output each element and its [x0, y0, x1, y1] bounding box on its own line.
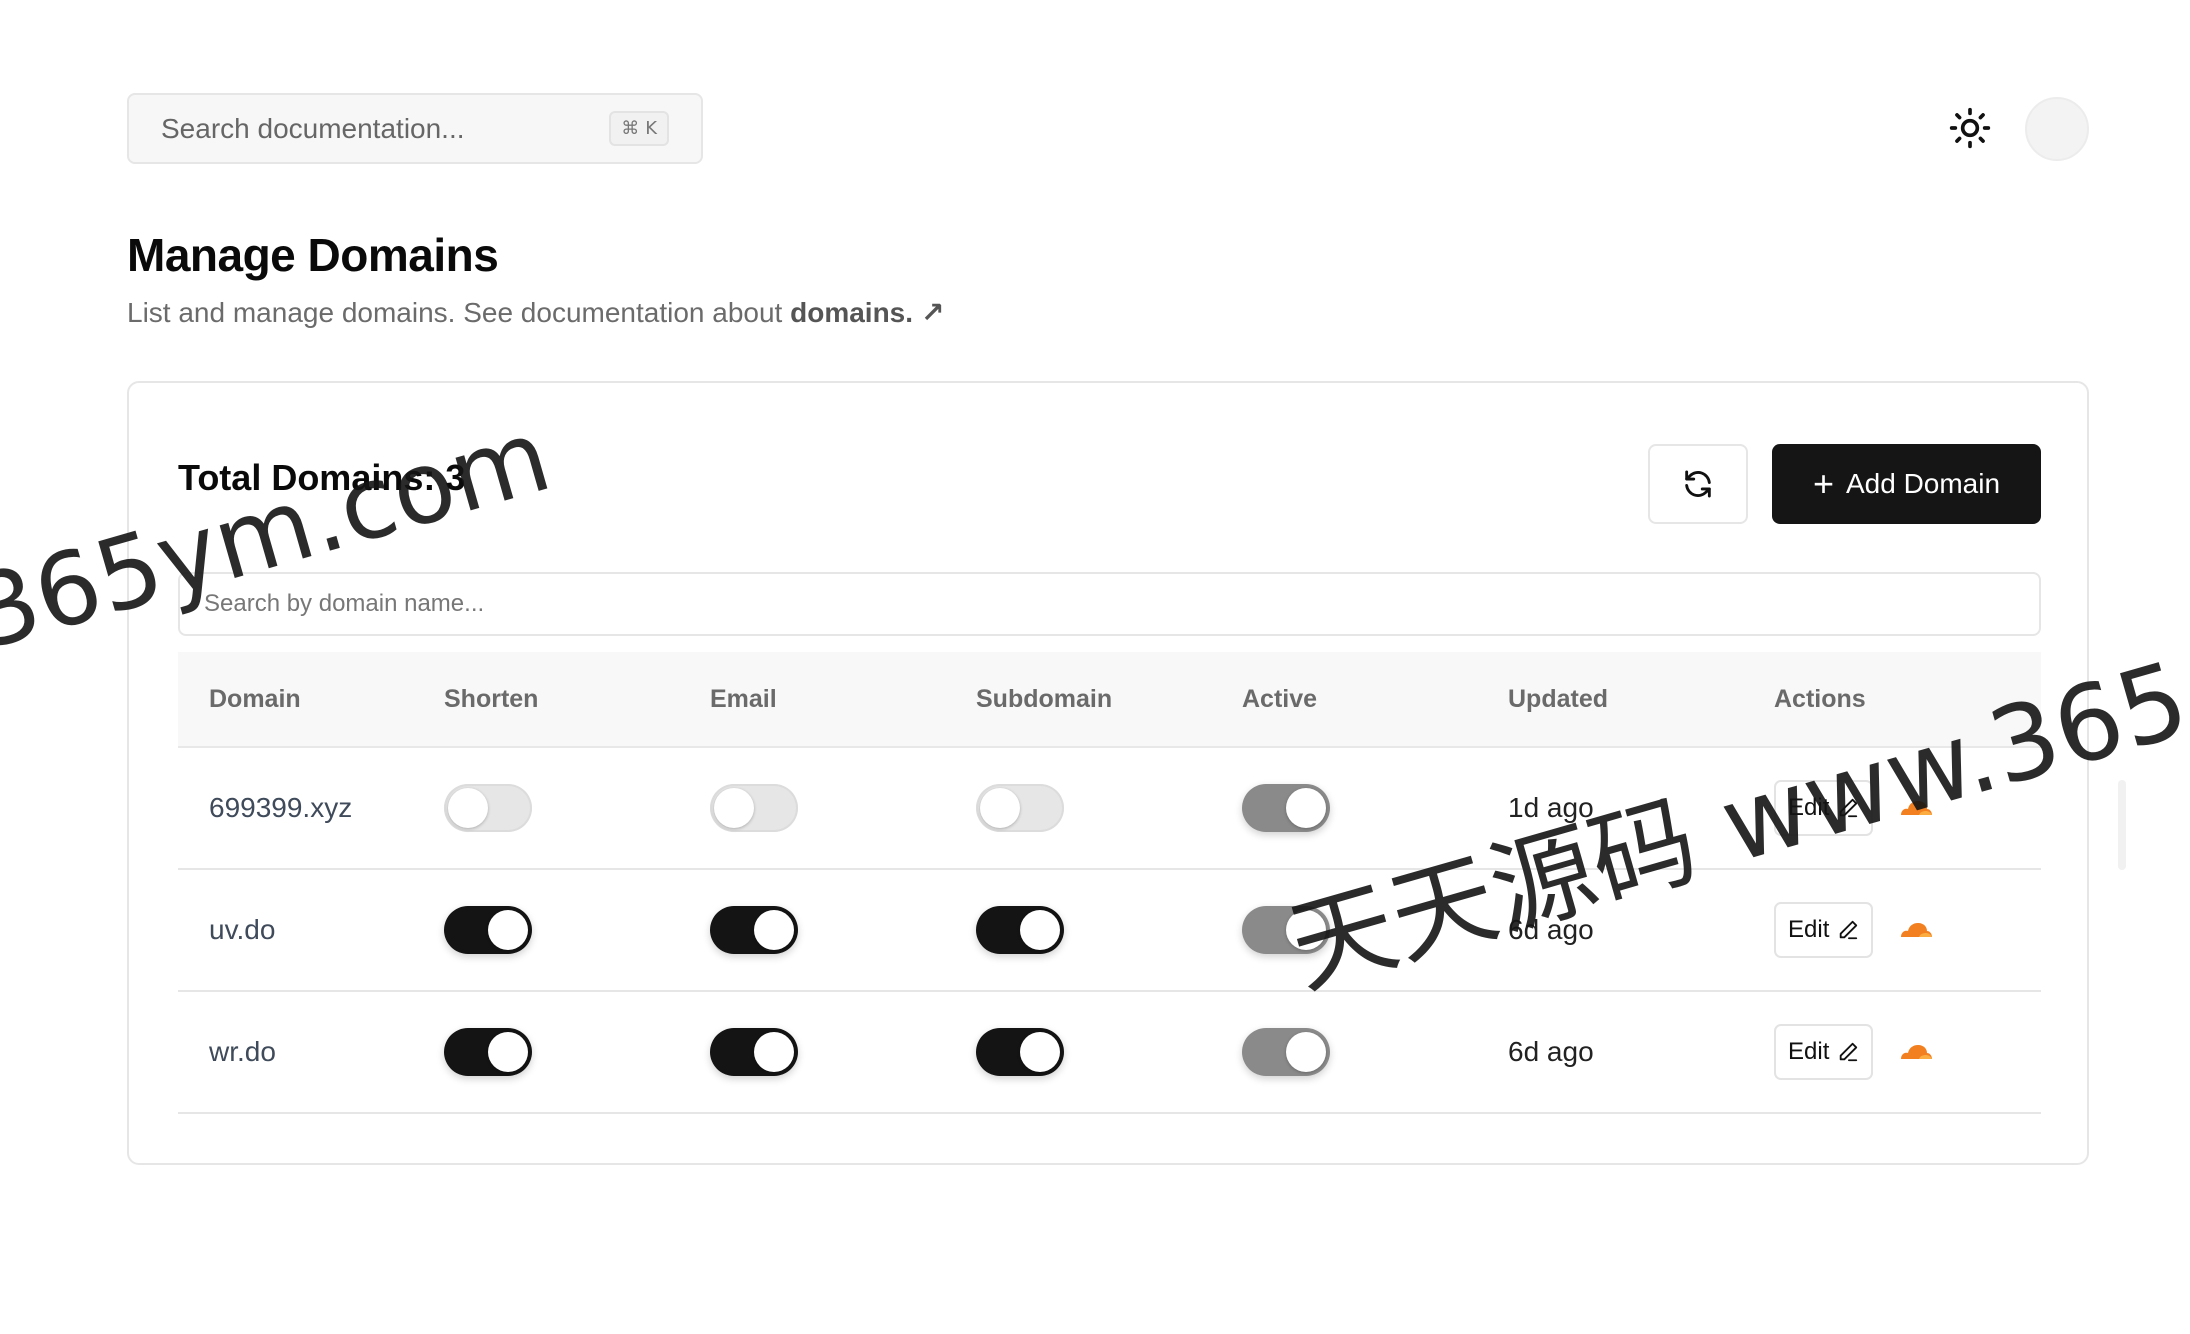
edit-label: Edit	[1788, 794, 1830, 821]
header-actions: Actions	[1774, 684, 1866, 713]
toggle-knob	[1020, 910, 1060, 950]
updated-time: 6d ago	[1508, 914, 1594, 945]
documentation-search-placeholder: Search documentation...	[161, 112, 465, 144]
refresh-icon	[1685, 470, 1711, 498]
pencil-icon	[1840, 1042, 1858, 1062]
refresh-button[interactable]	[1648, 444, 1748, 524]
page-description-text: List and manage domains. See documentati…	[127, 297, 791, 328]
toggle-knob	[1286, 1032, 1326, 1072]
email-toggle[interactable]	[710, 906, 798, 954]
shorten-toggle[interactable]	[444, 1028, 532, 1076]
add-domain-button[interactable]: + Add Domain	[1772, 444, 2041, 524]
header-email: Email	[710, 684, 777, 713]
email-toggle[interactable]	[710, 1028, 798, 1076]
total-domains: Total Domains: 3	[178, 457, 466, 498]
pencil-icon	[1840, 798, 1858, 818]
edit-label: Edit	[1788, 1038, 1830, 1065]
table-row: wr.do 6d ago Edit	[178, 992, 2041, 1114]
edit-button[interactable]: Edit	[1774, 1024, 1874, 1080]
page-title: Manage Domains	[127, 229, 499, 281]
header-domain: Domain	[209, 684, 301, 713]
documentation-link[interactable]: domains. ↗	[790, 297, 944, 328]
cloudflare-icon	[1901, 801, 1933, 815]
add-domain-label: Add Domain	[1845, 468, 2001, 499]
domains-card: Total Domains: 3 + Add Domain Domain Sho…	[127, 381, 2089, 1165]
page-description: List and manage domains. See documentati…	[127, 296, 944, 329]
documentation-search[interactable]: Search documentation... ⌘ K	[127, 93, 703, 164]
updated-time: 1d ago	[1508, 792, 1594, 823]
header-active: Active	[1242, 684, 1318, 713]
toggle-knob	[754, 910, 794, 950]
shorten-toggle[interactable]	[444, 906, 532, 954]
table-header: Domain Shorten Email Subdomain Active Up…	[178, 652, 2041, 748]
command-key: ⌘	[621, 118, 640, 139]
toggle-knob	[980, 788, 1020, 828]
cloudflare-icon	[1901, 923, 1933, 937]
domain-link[interactable]: 699399.xyz	[209, 792, 352, 823]
edit-button[interactable]: Edit	[1774, 902, 1874, 958]
external-link-icon: ↗	[920, 297, 945, 328]
header-updated: Updated	[1508, 684, 1608, 713]
toggle-knob	[1286, 788, 1326, 828]
domains-table: Domain Shorten Email Subdomain Active Up…	[178, 652, 2041, 1114]
subdomain-toggle[interactable]	[976, 1028, 1064, 1076]
domain-link[interactable]: uv.do	[209, 914, 275, 945]
header-subdomain: Subdomain	[976, 684, 1113, 713]
table-row: uv.do 6d ago Edit	[178, 870, 2041, 992]
domain-search-input[interactable]	[178, 572, 2041, 636]
email-toggle[interactable]	[710, 784, 798, 832]
shortcut-hint: ⌘ K	[609, 111, 669, 146]
theme-toggle-button[interactable]	[1942, 100, 1998, 156]
cloudflare-icon	[1901, 1045, 1933, 1059]
edit-label: Edit	[1788, 916, 1830, 943]
active-toggle[interactable]	[1242, 1028, 1330, 1076]
scroll-indicator[interactable]	[2118, 780, 2126, 870]
toggle-knob	[488, 910, 528, 950]
user-avatar[interactable]	[2025, 97, 2089, 161]
toggle-knob	[488, 1032, 528, 1072]
subdomain-toggle[interactable]	[976, 784, 1064, 832]
edit-button[interactable]: Edit	[1774, 780, 1874, 836]
toggle-knob	[714, 788, 754, 828]
toggle-knob	[754, 1032, 794, 1072]
active-toggle[interactable]	[1242, 906, 1330, 954]
active-toggle[interactable]	[1242, 784, 1330, 832]
toggle-knob	[1286, 910, 1326, 950]
sun-icon	[1949, 107, 1991, 149]
plus-icon: +	[1812, 463, 1834, 504]
toggle-knob	[448, 788, 488, 828]
toggle-knob	[1020, 1032, 1060, 1072]
pencil-icon	[1840, 920, 1858, 940]
domain-link[interactable]: wr.do	[209, 1036, 276, 1067]
updated-time: 6d ago	[1508, 1036, 1594, 1067]
table-row: 699399.xyz 1d ago Edit	[178, 748, 2041, 870]
shorten-toggle[interactable]	[444, 784, 532, 832]
documentation-link-label: domains.	[790, 297, 914, 328]
header-shorten: Shorten	[444, 684, 539, 713]
k-key: K	[645, 118, 657, 139]
subdomain-toggle[interactable]	[976, 906, 1064, 954]
